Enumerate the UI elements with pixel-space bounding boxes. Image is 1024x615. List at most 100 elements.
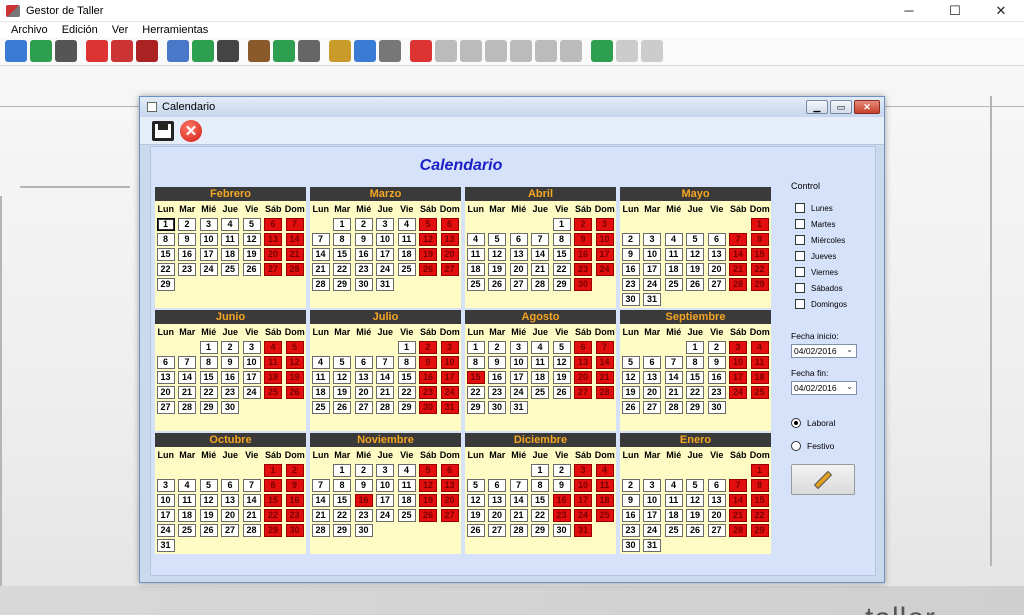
day-cell[interactable]: 30 xyxy=(354,278,373,291)
day-cell[interactable]: 27 xyxy=(509,278,528,291)
day-cell[interactable]: 11 xyxy=(264,356,282,369)
dialog-close-button[interactable]: ✕ xyxy=(854,100,880,114)
day-cell[interactable]: 2 xyxy=(488,341,506,354)
day-cell[interactable]: 2 xyxy=(621,233,640,246)
day-cell[interactable]: 26 xyxy=(552,386,571,399)
day-cell[interactable]: 26 xyxy=(285,386,304,399)
day-cell[interactable]: 21 xyxy=(285,248,304,261)
day-cell[interactable]: 14 xyxy=(664,371,683,384)
day-cell[interactable]: 30 xyxy=(574,278,592,291)
day-cell[interactable]: 4 xyxy=(221,218,239,231)
day-cell[interactable]: 3 xyxy=(376,218,394,231)
database-icon[interactable] xyxy=(379,40,401,62)
day-cell[interactable]: 4 xyxy=(397,464,416,477)
day-cell[interactable]: 12 xyxy=(466,494,485,507)
day-cell[interactable]: 5 xyxy=(285,341,304,354)
day-cell[interactable]: 20 xyxy=(354,386,373,399)
day-cell[interactable]: 15 xyxy=(686,371,704,384)
day-cell[interactable]: 8 xyxy=(750,479,769,492)
day-cell[interactable]: 25 xyxy=(178,524,196,537)
day-cell[interactable]: 18 xyxy=(178,509,196,522)
day-cell[interactable]: 26 xyxy=(466,524,485,537)
day-cell[interactable]: 25 xyxy=(664,524,683,537)
fecha-fin-picker[interactable]: 04/02/2016 ⌄ xyxy=(791,381,857,395)
day-cell[interactable]: 23 xyxy=(354,509,373,522)
day-cell[interactable]: 8 xyxy=(466,356,485,369)
day-cell[interactable]: 1 xyxy=(552,218,571,231)
day-cell[interactable]: 3 xyxy=(376,464,394,477)
day-cell[interactable]: 3 xyxy=(574,464,592,477)
day-cell[interactable]: 17 xyxy=(376,494,394,507)
tool-search-icon[interactable] xyxy=(273,40,295,62)
day-cell[interactable]: 25 xyxy=(531,386,549,399)
day-cell[interactable]: 5 xyxy=(686,479,704,492)
day-cell[interactable]: 12 xyxy=(285,356,304,369)
day-cell[interactable]: 10 xyxy=(242,356,261,369)
day-cell[interactable]: 25 xyxy=(264,386,282,399)
day-cell[interactable]: 9 xyxy=(178,233,196,246)
tools-icon[interactable] xyxy=(248,40,270,62)
day-cell[interactable]: 29 xyxy=(466,401,485,414)
day-cell[interactable]: 10 xyxy=(595,233,614,246)
day-cell[interactable]: 22 xyxy=(264,509,282,522)
day-cell[interactable]: 13 xyxy=(440,233,459,246)
day-cell[interactable]: 19 xyxy=(419,494,437,507)
day-cell[interactable]: 1 xyxy=(531,464,549,477)
day-cell[interactable]: 24 xyxy=(156,524,175,537)
day-cell[interactable]: 10 xyxy=(643,494,661,507)
day-cell[interactable]: 2 xyxy=(354,218,373,231)
day-cell[interactable]: 25 xyxy=(221,263,239,276)
day-cell[interactable]: 13 xyxy=(643,371,661,384)
day-cell[interactable]: 1 xyxy=(333,218,351,231)
day-cell[interactable]: 21 xyxy=(509,509,528,522)
day-cell[interactable]: 18 xyxy=(221,248,239,261)
day-cell[interactable]: 20 xyxy=(440,494,459,507)
day-cell[interactable]: 29 xyxy=(397,401,416,414)
day-cell[interactable]: 29 xyxy=(686,401,704,414)
day-cell[interactable]: 20 xyxy=(509,263,528,276)
day-cell[interactable]: 24 xyxy=(595,263,614,276)
day-cell[interactable]: 28 xyxy=(311,278,330,291)
car-export-icon[interactable] xyxy=(410,40,432,62)
day-cell[interactable]: 4 xyxy=(750,341,769,354)
day-cell[interactable]: 3 xyxy=(643,233,661,246)
day-cell[interactable]: 17 xyxy=(376,248,394,261)
day-cell[interactable]: 4 xyxy=(466,233,485,246)
day-cell[interactable]: 9 xyxy=(488,356,506,369)
day-cell[interactable]: 6 xyxy=(440,218,459,231)
day-cell[interactable]: 4 xyxy=(311,356,330,369)
day-cell[interactable]: 26 xyxy=(333,401,351,414)
day-cell[interactable]: 31 xyxy=(376,278,394,291)
day-cell[interactable]: 21 xyxy=(531,263,549,276)
day-cell[interactable]: 31 xyxy=(574,524,592,537)
day-cell[interactable]: 15 xyxy=(750,248,769,261)
day-cell[interactable]: 13 xyxy=(707,248,726,261)
day-cell[interactable]: 15 xyxy=(466,371,485,384)
day-cell[interactable]: 7 xyxy=(595,341,614,354)
day-cell[interactable]: 24 xyxy=(242,386,261,399)
day-cell[interactable]: 18 xyxy=(466,263,485,276)
day-cell[interactable]: 17 xyxy=(242,371,261,384)
day-cell[interactable]: 17 xyxy=(199,248,218,261)
day-cell[interactable]: 16 xyxy=(178,248,196,261)
day-cell[interactable]: 30 xyxy=(621,539,640,552)
day-cell[interactable]: 30 xyxy=(419,401,437,414)
car-red-icon[interactable] xyxy=(86,40,108,62)
checkbox-viernes[interactable]: Viernes xyxy=(791,267,871,277)
day-cell[interactable]: 5 xyxy=(419,218,437,231)
day-cell[interactable]: 22 xyxy=(531,509,549,522)
day-cell[interactable]: 22 xyxy=(552,263,571,276)
day-cell[interactable]: 15 xyxy=(397,371,416,384)
day-cell[interactable]: 11 xyxy=(397,233,416,246)
day-cell[interactable]: 6 xyxy=(440,464,459,477)
day-cell[interactable]: 14 xyxy=(242,494,261,507)
day-cell[interactable]: 1 xyxy=(264,464,282,477)
day-cell[interactable]: 11 xyxy=(664,248,683,261)
menu-ver[interactable]: Ver xyxy=(105,24,136,36)
day-cell[interactable]: 12 xyxy=(686,494,704,507)
day-cell[interactable]: 21 xyxy=(242,509,261,522)
day-cell[interactable]: 11 xyxy=(750,356,769,369)
day-cell[interactable]: 14 xyxy=(595,356,614,369)
day-cell[interactable]: 23 xyxy=(419,386,437,399)
day-cell[interactable]: 2 xyxy=(419,341,437,354)
